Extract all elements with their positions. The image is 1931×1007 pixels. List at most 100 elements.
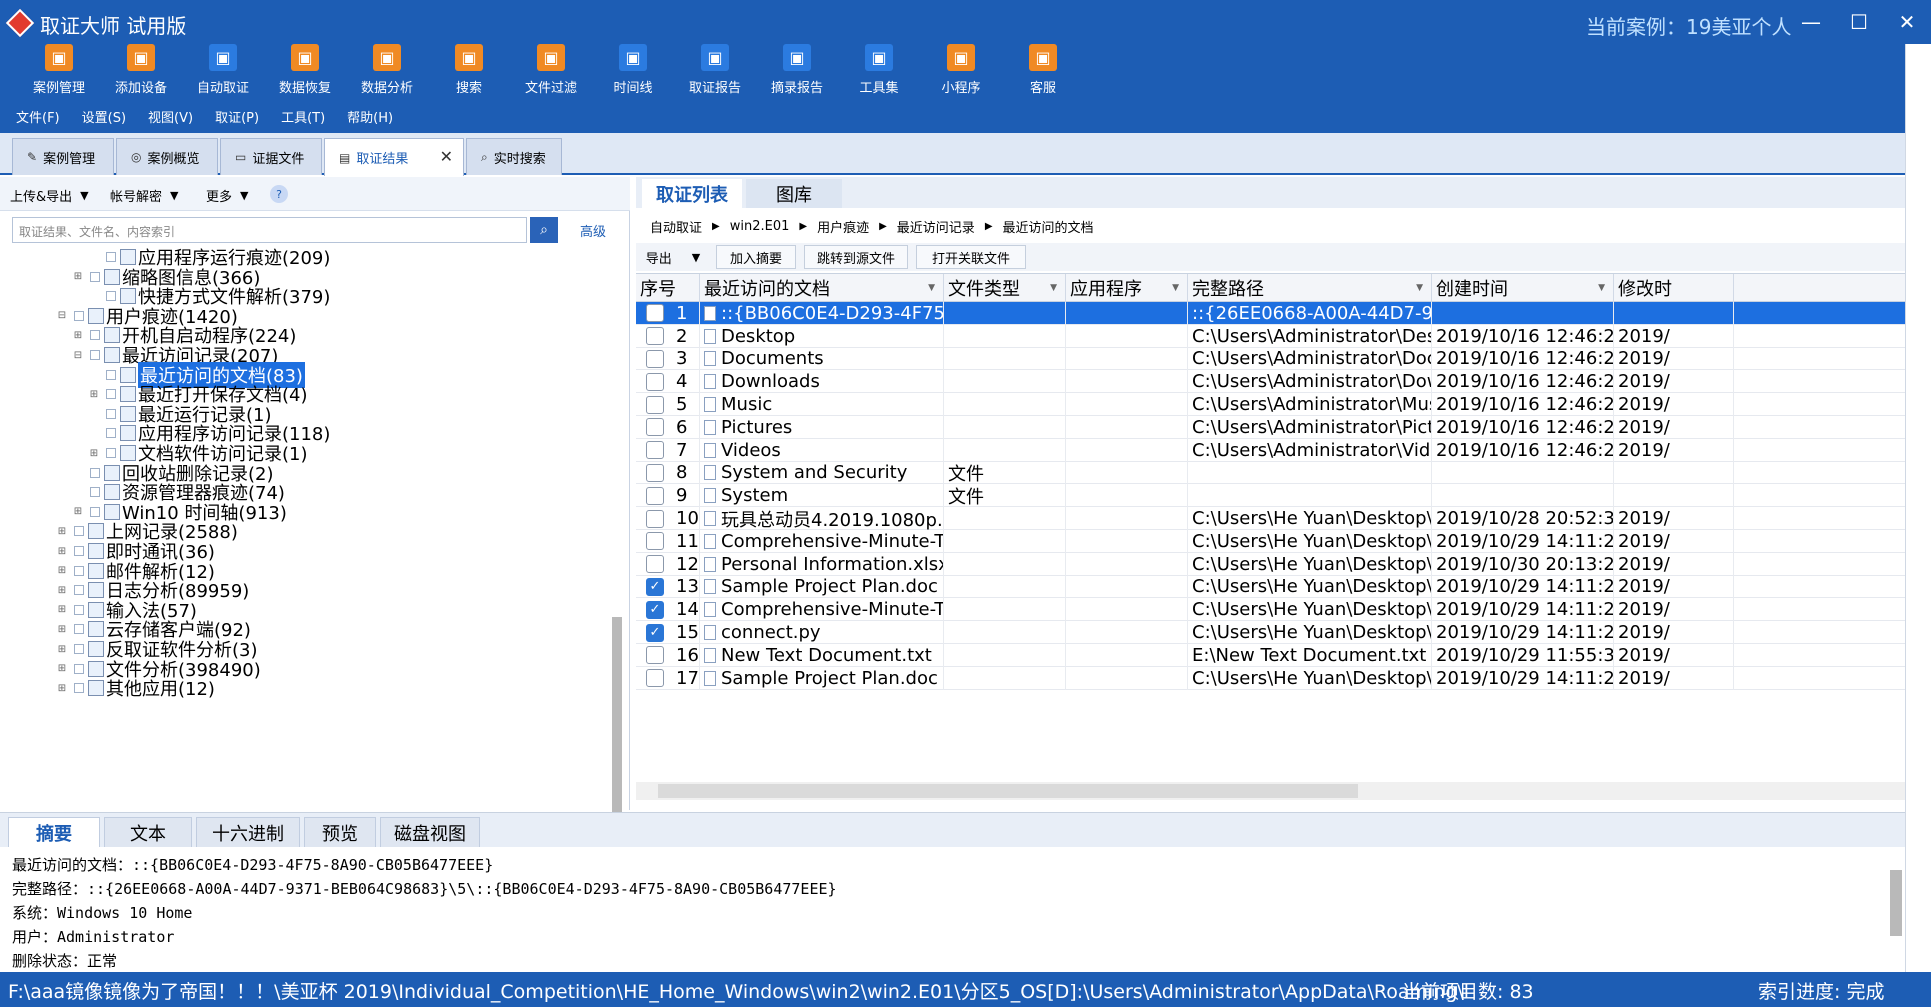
expand-icon[interactable]: ⊞ — [88, 448, 100, 459]
column-header[interactable]: 文件类型 ▼ — [944, 274, 1066, 302]
row-checkbox[interactable] — [646, 418, 664, 437]
row-checkbox[interactable]: ✓ — [646, 623, 664, 642]
tree-checkbox[interactable] — [74, 546, 84, 556]
column-header[interactable]: 最近访问的文档 ▼ — [700, 274, 944, 302]
toolbar-button-3[interactable]: ▣ 数据恢复 — [264, 44, 346, 101]
expand-icon[interactable]: ⊞ — [56, 526, 68, 537]
row-checkbox[interactable] — [646, 669, 664, 688]
column-header[interactable]: 应用程序 ▼ — [1066, 274, 1188, 302]
row-checkbox[interactable] — [646, 327, 664, 346]
expand-icon[interactable]: ⊞ — [56, 565, 68, 576]
table-row[interactable]: 2DesktopC:\Users\Administrator\Desktop20… — [636, 324, 1916, 348]
tree-checkbox[interactable] — [90, 467, 100, 478]
breadcrumb-item[interactable]: 自动取证 — [650, 217, 702, 236]
upload-export-dropdown[interactable]: 上传&导出 ▼ — [4, 183, 100, 207]
close-icon[interactable]: ✕ — [1883, 0, 1931, 44]
breadcrumb-item[interactable]: 最近访问的文档 — [1003, 217, 1094, 236]
menu-item-5[interactable]: 帮助(H) — [347, 107, 393, 126]
expand-icon[interactable]: ⊞ — [56, 624, 68, 635]
table-row[interactable]: 7VideosC:\Users\Administrator\Videos2019… — [636, 438, 1916, 462]
detail-tab[interactable]: 摘要 — [8, 817, 100, 847]
expand-icon[interactable]: ⊞ — [56, 604, 68, 615]
table-row[interactable]: 8 System and Security 文件 — [636, 461, 1916, 485]
detail-tab[interactable]: 十六进制 — [196, 817, 300, 847]
tree-checkbox[interactable] — [74, 585, 84, 596]
menu-item-3[interactable]: 取证(P) — [215, 107, 259, 126]
tree-checkbox[interactable] — [90, 350, 100, 360]
row-checkbox[interactable] — [646, 486, 664, 505]
table-row[interactable]: 3 Documents C:\Users\Administrator\Docume.… — [636, 347, 1916, 371]
toolbar-button-1[interactable]: ▣ 添加设备 — [100, 44, 182, 101]
table-row[interactable]: 9 System 文件 — [636, 484, 1916, 508]
row-checkbox[interactable] — [646, 441, 664, 460]
row-checkbox[interactable] — [646, 372, 664, 391]
account-decrypt-dropdown[interactable]: 帐号解密 ▼ — [104, 183, 196, 207]
collapse-icon[interactable]: ⊟ — [72, 350, 84, 361]
expand-icon[interactable]: ⊞ — [72, 506, 84, 517]
filter-icon[interactable]: ▼ — [928, 283, 935, 293]
detail-tab[interactable]: 文本 — [104, 817, 192, 847]
tab-gallery[interactable]: 图库 — [746, 179, 842, 208]
expand-icon[interactable]: ⊞ — [72, 330, 84, 341]
column-header[interactable]: 创建时间 ▼ — [1432, 274, 1614, 302]
table-row[interactable]: 4 Downloads C:\Users\Administrator\Downlo.… — [636, 370, 1916, 394]
collapse-icon[interactable]: ⊟ — [56, 310, 68, 321]
row-checkbox[interactable] — [646, 349, 664, 368]
tree-checkbox[interactable] — [74, 604, 84, 615]
tree-checkbox[interactable] — [106, 408, 116, 419]
tree-checkbox[interactable] — [90, 487, 100, 498]
toolbar-button-8[interactable]: ▣ 取证报告 — [674, 44, 756, 101]
table-row[interactable]: 6 Pictures C:\Users\Administrator\Pictures… — [636, 416, 1916, 439]
tab-case-management[interactable]: ✎ 案例管理 — [12, 138, 114, 175]
expand-icon[interactable]: ⊞ — [56, 644, 68, 655]
detail-tab[interactable]: 预览 — [304, 817, 376, 847]
add-excerpt-button[interactable]: 加入摘要 — [716, 245, 796, 269]
menu-item-2[interactable]: 视图(V) — [148, 107, 193, 126]
breadcrumb-item[interactable]: win2.E01 — [730, 219, 790, 234]
tree-checkbox[interactable] — [74, 526, 84, 537]
table-row[interactable]: 11 Comprehensive-Minute-Tem... C:\Users\He… — [636, 530, 1916, 553]
menu-item-0[interactable]: 文件(F) — [16, 107, 60, 126]
tree-checkbox[interactable] — [74, 565, 84, 576]
tree-checkbox[interactable] — [74, 663, 84, 674]
row-checkbox[interactable] — [646, 646, 664, 665]
table-row[interactable]: ✓ 14 Comprehensive-Minute-Tem... C:\Users\H… — [636, 598, 1916, 622]
tab-forensic-list[interactable]: 取证列表 — [642, 179, 742, 208]
tree-checkbox[interactable] — [74, 644, 84, 654]
column-header[interactable]: 完整路径 ▼ — [1188, 274, 1432, 302]
filter-icon[interactable]: ▼ — [1416, 283, 1423, 293]
row-checkbox[interactable] — [646, 509, 664, 528]
row-checkbox[interactable] — [646, 532, 664, 551]
advanced-search-link[interactable]: 高级 — [580, 221, 606, 240]
tab-forensic-results[interactable]: ▤ 取证结果 ✕ — [324, 138, 464, 176]
jump-source-button[interactable]: 跳转到源文件 — [804, 245, 908, 269]
expand-icon[interactable]: ⊞ — [56, 663, 68, 674]
detail-tab[interactable]: 磁盘视图 — [380, 817, 480, 847]
open-related-button[interactable]: 打开关联文件 — [916, 245, 1026, 269]
tree-node[interactable]: ⊞ 其他应用(12) — [56, 676, 215, 700]
tree-checkbox[interactable] — [74, 624, 84, 635]
toolbar-button-2[interactable]: ▣ 自动取证 — [182, 44, 264, 101]
tab-close-icon[interactable]: ✕ — [440, 147, 453, 166]
breadcrumb-item[interactable]: 用户痕迹 — [817, 217, 869, 236]
tree-checkbox[interactable] — [90, 271, 100, 282]
filter-icon[interactable]: ▼ — [1050, 283, 1057, 293]
detail-scrollbar[interactable] — [1890, 870, 1902, 936]
export-dropdown[interactable]: 导出 ▼ — [638, 245, 708, 269]
table-row[interactable]: ✓ 15 connect.py C:\Users\He Yuan\Desktop\wo… — [636, 621, 1916, 644]
tree-checkbox[interactable] — [106, 448, 116, 458]
table-row[interactable]: 5 Music C:\Users\Administrator\Music 2019/1… — [636, 393, 1916, 416]
minimize-icon[interactable]: — — [1787, 0, 1835, 44]
expand-icon[interactable]: ⊞ — [56, 585, 68, 596]
search-button[interactable]: ⌕ — [530, 217, 558, 243]
expand-icon[interactable]: ⊞ — [56, 683, 68, 694]
toolbar-button-12[interactable]: ▣ 客服 — [1002, 44, 1084, 101]
toolbar-button-5[interactable]: ▣ 搜索 — [428, 44, 510, 101]
tree-checkbox[interactable] — [106, 369, 116, 380]
table-row[interactable]: 17 Sample Project Plan.doc C:\Users\He Yua… — [636, 666, 1916, 690]
row-checkbox[interactable] — [646, 395, 664, 414]
table-row[interactable]: 1::{BB06C0E4-D293-4F75-8A9...::{26EE0668… — [636, 302, 1916, 325]
expand-icon[interactable]: ⊞ — [72, 271, 84, 282]
column-header[interactable]: 修改时 — [1614, 274, 1734, 302]
toolbar-button-9[interactable]: ▣ 摘录报告 — [756, 44, 838, 101]
